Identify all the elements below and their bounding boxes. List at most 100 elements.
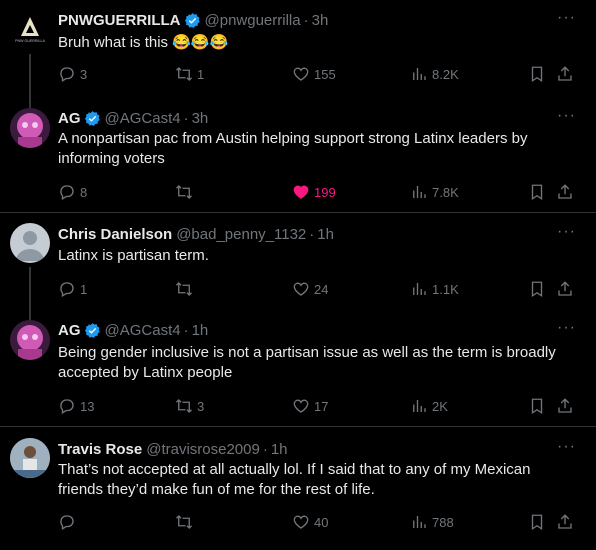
display-name[interactable]: Travis Rose	[58, 441, 142, 458]
handle[interactable]: @travisrose2009	[146, 441, 260, 458]
share-icon	[558, 66, 572, 81]
tweet-5[interactable]: Travis Rose @travisrose2009 · 1h ··· Tha…	[0, 426, 596, 550]
verified-badge-icon	[184, 12, 200, 28]
bookmark-button[interactable]	[528, 64, 546, 84]
retweet-button[interactable]	[175, 182, 197, 202]
retweet-button[interactable]	[175, 512, 197, 532]
tweet-text: Bruh what is this 😂😂😂	[58, 34, 229, 51]
svg-text:PNW GUERRILLA: PNW GUERRILLA	[15, 39, 45, 43]
tweet-4[interactable]: AG @AGCast4 · 1h ··· Being gender inclus…	[0, 312, 596, 426]
avatar[interactable]	[10, 438, 50, 478]
view-count: 7.8K	[432, 184, 459, 200]
retweet-count: 3	[197, 398, 205, 414]
bookmark-button[interactable]	[528, 396, 546, 416]
separator-dot: ·	[262, 440, 268, 458]
like-count: 17	[314, 398, 329, 414]
retweet-button[interactable]: 3	[175, 396, 204, 416]
display-name[interactable]: AG	[58, 110, 81, 127]
handle[interactable]: @AGCast4	[105, 110, 181, 127]
reply-button[interactable]: 3	[58, 64, 87, 84]
handle[interactable]: @pnwguerrilla	[205, 12, 301, 29]
thread-line	[29, 54, 31, 98]
like-count: 40	[314, 514, 329, 530]
reply-button[interactable]: 8	[58, 182, 87, 202]
views-button[interactable]: 2K	[410, 396, 448, 416]
pink-character-icon	[17, 113, 43, 148]
profile-photo-icon	[10, 438, 50, 478]
share-button[interactable]	[556, 396, 574, 416]
reply-button[interactable]	[58, 512, 80, 532]
like-button[interactable]: 40	[292, 512, 328, 532]
reply-count: 1	[80, 281, 88, 297]
timestamp[interactable]: 1h	[192, 322, 209, 339]
reply-icon	[60, 282, 74, 297]
thread-line	[29, 98, 31, 108]
views-button[interactable]: 788	[410, 512, 454, 532]
more-options-icon[interactable]: ···	[557, 224, 576, 244]
share-button[interactable]	[556, 182, 574, 202]
timestamp[interactable]: 3h	[192, 110, 209, 127]
retweet-icon	[176, 282, 192, 296]
separator-dot: ·	[183, 321, 189, 339]
views-button[interactable]: 8.2K	[410, 64, 459, 84]
retweet-button[interactable]	[175, 279, 197, 299]
avatar[interactable]: PNW GUERRILLA	[10, 10, 50, 50]
like-button[interactable]: 17	[292, 396, 328, 416]
tweet-1[interactable]: PNW GUERRILLA PNWGUERRILLA @pnwguerrilla…	[0, 0, 596, 98]
like-button[interactable]: 199	[292, 182, 336, 202]
timestamp[interactable]: 1h	[317, 226, 334, 243]
reply-icon	[60, 185, 74, 200]
avatar[interactable]	[10, 320, 50, 360]
more-options-icon[interactable]: ···	[557, 320, 576, 340]
bookmark-icon	[531, 184, 543, 201]
like-count: 199	[314, 184, 336, 200]
reply-count: 3	[80, 66, 88, 82]
more-options-icon[interactable]: ···	[557, 439, 576, 459]
heart-icon	[293, 515, 309, 529]
avatar[interactable]	[10, 108, 50, 148]
bookmark-button[interactable]	[528, 279, 546, 299]
share-icon	[558, 398, 572, 413]
display-name[interactable]: Chris Danielson	[58, 226, 172, 243]
more-options-icon[interactable]: ···	[557, 10, 576, 30]
handle[interactable]: @AGCast4	[105, 322, 181, 339]
view-count: 2K	[432, 398, 448, 414]
default-person-icon	[16, 231, 44, 261]
display-name[interactable]: PNWGUERRILLA	[58, 12, 181, 29]
retweet-button[interactable]: 1	[175, 64, 204, 84]
like-button[interactable]: 24	[292, 279, 328, 299]
display-name[interactable]: AG	[58, 322, 81, 339]
views-button[interactable]: 7.8K	[410, 182, 459, 202]
share-button[interactable]	[556, 512, 574, 532]
tweet-2[interactable]: AG @AGCast4 · 3h ··· A nonpartisan pac f…	[0, 98, 596, 212]
share-button[interactable]	[556, 64, 574, 84]
views-button[interactable]: 1.1K	[410, 279, 459, 299]
like-button[interactable]: 155	[292, 64, 336, 84]
avatar[interactable]	[10, 223, 50, 263]
bookmark-button[interactable]	[528, 512, 546, 532]
view-count: 788	[432, 514, 454, 530]
more-options-icon[interactable]: ···	[557, 108, 576, 128]
views-icon	[413, 516, 426, 528]
reply-button[interactable]: 1	[58, 279, 87, 299]
share-button[interactable]	[556, 279, 574, 299]
reply-icon	[60, 399, 74, 414]
views-icon	[413, 186, 426, 198]
retweet-icon	[176, 515, 192, 529]
handle[interactable]: @bad_penny_1132	[176, 226, 306, 243]
share-icon	[558, 184, 572, 199]
share-icon	[558, 281, 572, 296]
bookmark-icon	[531, 514, 543, 531]
separator-dot: ·	[309, 225, 315, 243]
timestamp[interactable]: 1h	[271, 441, 288, 458]
bookmark-icon	[531, 281, 543, 298]
bookmark-icon	[531, 66, 543, 83]
bookmark-button[interactable]	[528, 182, 546, 202]
heart-icon	[293, 282, 309, 296]
share-icon	[558, 514, 572, 529]
like-count: 155	[314, 66, 336, 82]
reply-icon	[60, 67, 74, 82]
tweet-3[interactable]: Chris Danielson @bad_penny_1132 · 1h ···…	[0, 212, 596, 312]
reply-button[interactable]: 13	[58, 396, 94, 416]
timestamp[interactable]: 3h	[312, 12, 329, 29]
